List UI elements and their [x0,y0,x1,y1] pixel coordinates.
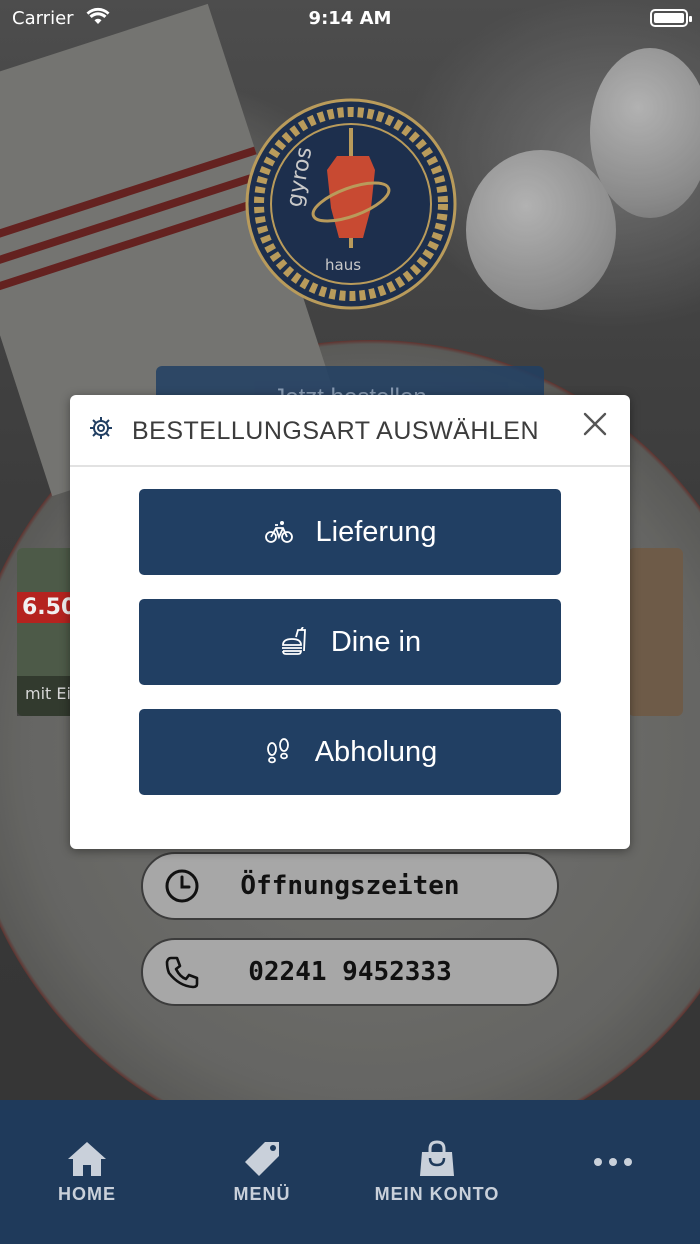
phone-number: 02241 9452333 [248,957,452,987]
battery-icon [650,9,692,27]
opening-hours-label: Öffnungszeiten [240,871,460,901]
shopping-bag-icon [420,1140,454,1176]
fastfood-icon [281,627,306,655]
tab-menu-label: MENÜ [233,1184,291,1204]
dialog-title: BESTELLUNGSART AUSWÄHLEN [132,417,540,445]
clock-icon [165,869,199,903]
close-icon[interactable] [582,411,608,437]
delivery-label: Lieferung [315,515,437,548]
more-icon [594,1158,632,1166]
order-type-dialog: BESTELLUNGSART AUSWÄHLEN Lieferung Dine … [70,395,630,849]
promo-card-right [628,548,683,716]
opening-hours-button[interactable]: Öffnungszeiten [141,852,559,920]
phone-button[interactable]: 02241 9452333 [141,938,559,1006]
phone-icon [165,956,199,989]
pickup-label: Abholung [314,735,438,768]
dine-in-button[interactable]: Dine in [139,599,561,685]
gyros-haus-logo: gyros haus [245,98,457,310]
clock: 9:14 AM [308,8,392,29]
home-icon [68,1142,106,1176]
gear-icon [90,417,112,439]
tab-my-account[interactable]: MEIN KONTO [367,1140,507,1205]
status-bar: Carrier 9:14 AM [0,0,700,36]
bottom-tab-bar: HOME MENÜ MEIN KONTO [0,1100,700,1244]
tab-menu[interactable]: MENÜ [192,1140,332,1205]
dine-in-label: Dine in [330,625,422,658]
card-caption: mit Eis [17,676,77,716]
tag-icon [245,1142,279,1176]
dialog-header: BESTELLUNGSART AUSWÄHLEN [70,395,630,467]
tab-home[interactable]: HOME [17,1140,157,1205]
tab-home-label: HOME [58,1184,116,1204]
logo-word-haus: haus [325,256,361,274]
delivery-button[interactable]: Lieferung [139,489,561,575]
tab-more[interactable] [543,1156,683,1174]
footsteps-icon [266,738,289,764]
bicycle-icon [264,521,293,543]
tab-my-account-label: MEIN KONTO [374,1184,500,1204]
pickup-button[interactable]: Abholung [139,709,561,795]
